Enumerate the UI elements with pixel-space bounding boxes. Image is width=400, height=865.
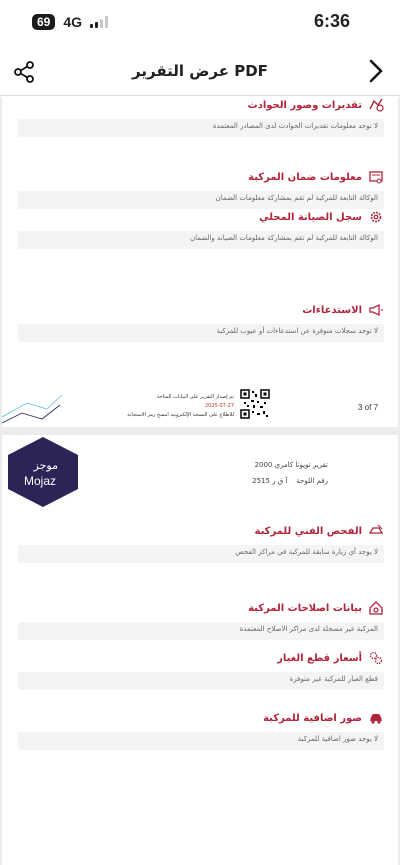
plate-label: رقم اللوحة xyxy=(296,477,328,485)
nav-bar: عرض التقرير PDF xyxy=(0,52,400,96)
section-accidents: تقديرات وصور الحوادث لا توجد معلومات تقد… xyxy=(18,97,384,137)
pdf-page-4: موجز Mojaz تقرير تويوتا كامري 2000 رقم ا… xyxy=(2,435,398,865)
section-title: معلومات ضمان المركبة xyxy=(248,171,362,183)
section-parts: أسعار قطع الغيار قطع الغيار للمركبة غير … xyxy=(18,650,384,690)
section-text: قطع الغيار للمركبة غير متوفرة xyxy=(18,672,384,690)
battery-indicator: 69 xyxy=(32,14,56,30)
section-text: لا توجد سجلات متوفرة عن استدعاءات أو عيو… xyxy=(18,324,384,342)
parts-icon xyxy=(369,651,383,665)
section-title: أسعار قطع الغيار xyxy=(277,652,362,664)
chevron-right-icon[interactable] xyxy=(366,58,386,84)
section-title: سجل الصيانة المحلي xyxy=(259,211,362,223)
status-bar: 69 4G 6:36 xyxy=(0,0,400,50)
section-text: الوكالة التابعة للمركبة لم تقم بمشاركة م… xyxy=(18,231,384,249)
warranty-icon xyxy=(369,171,383,184)
status-left: 69 4G xyxy=(32,14,109,30)
section-photos: صور اضافية للمركبة لا يوجد صور اضافية لل… xyxy=(18,710,384,750)
page-title: عرض التقرير PDF xyxy=(132,62,268,80)
section-title: بيانات اصلاحات المركبة xyxy=(248,602,362,614)
vehicle-title: تقرير تويوتا كامري 2000 xyxy=(254,461,328,469)
section-title: صور اضافية للمركبة xyxy=(263,712,362,724)
megaphone-icon xyxy=(369,303,383,317)
gear-icon xyxy=(370,211,382,223)
qr-code xyxy=(240,389,270,419)
section-repairs: بيانات اصلاحات المركبة المركبة غير مسجلة… xyxy=(18,600,384,640)
section-text: لا يوجد صور اضافية للمركبة xyxy=(18,732,384,750)
signal-icon xyxy=(90,16,109,28)
network-type: 4G xyxy=(63,14,83,30)
clock: 6:36 xyxy=(313,11,350,31)
vehicle-info: تقرير تويوتا كامري 2000 رقم اللوحة آ ق ر… xyxy=(252,457,328,489)
plate-value: آ ق ر 2515 xyxy=(252,477,288,485)
mojaz-logo: موجز Mojaz xyxy=(8,437,78,507)
repair-icon xyxy=(369,601,383,615)
car-icon xyxy=(370,714,382,724)
section-title: الاستدعاءات xyxy=(302,304,362,316)
section-text: لا يوجد أي زيارة سابقة للمركبة في مراكز … xyxy=(18,545,384,563)
accident-icon xyxy=(369,98,384,112)
page-footer: تم إصدار التقرير على البيانات المتاحة 20… xyxy=(2,389,398,425)
section-inspection: الفحص الفني للمركبة لا يوجد أي زيارة ساب… xyxy=(18,523,384,563)
page-number: 3 of 7 xyxy=(358,403,379,412)
section-maintenance: سجل الصيانة المحلي الوكالة التابعة للمرك… xyxy=(18,209,384,249)
footer-text: تم إصدار التقرير على البيانات المتاحة 20… xyxy=(127,394,234,418)
svg-text:Mojaz: Mojaz xyxy=(24,474,56,488)
svg-text:موجز: موجز xyxy=(33,459,59,472)
pdf-viewer[interactable]: تقديرات وصور الحوادث لا توجد معلومات تقد… xyxy=(0,97,400,865)
section-text: لا توجد معلومات تقديرات الحوادث لدى المص… xyxy=(18,119,384,137)
section-warranty: معلومات ضمان المركبة الوكالة التابعة للم… xyxy=(18,169,384,209)
section-text: المركبة غير مسجلة لدى مراكز الاصلاح المع… xyxy=(18,622,384,640)
section-text: الوكالة التابعة للمركبة لم تقم بمشاركة م… xyxy=(18,191,384,209)
inspection-icon xyxy=(368,524,384,534)
section-recalls: الاستدعاءات لا توجد سجلات متوفرة عن استد… xyxy=(18,302,384,342)
decorative-lines xyxy=(2,394,63,424)
section-title: الفحص الفني للمركبة xyxy=(254,525,363,537)
section-title: تقديرات وصور الحوادث xyxy=(247,99,362,111)
pdf-page-3: تقديرات وصور الحوادث لا توجد معلومات تقد… xyxy=(2,97,398,427)
